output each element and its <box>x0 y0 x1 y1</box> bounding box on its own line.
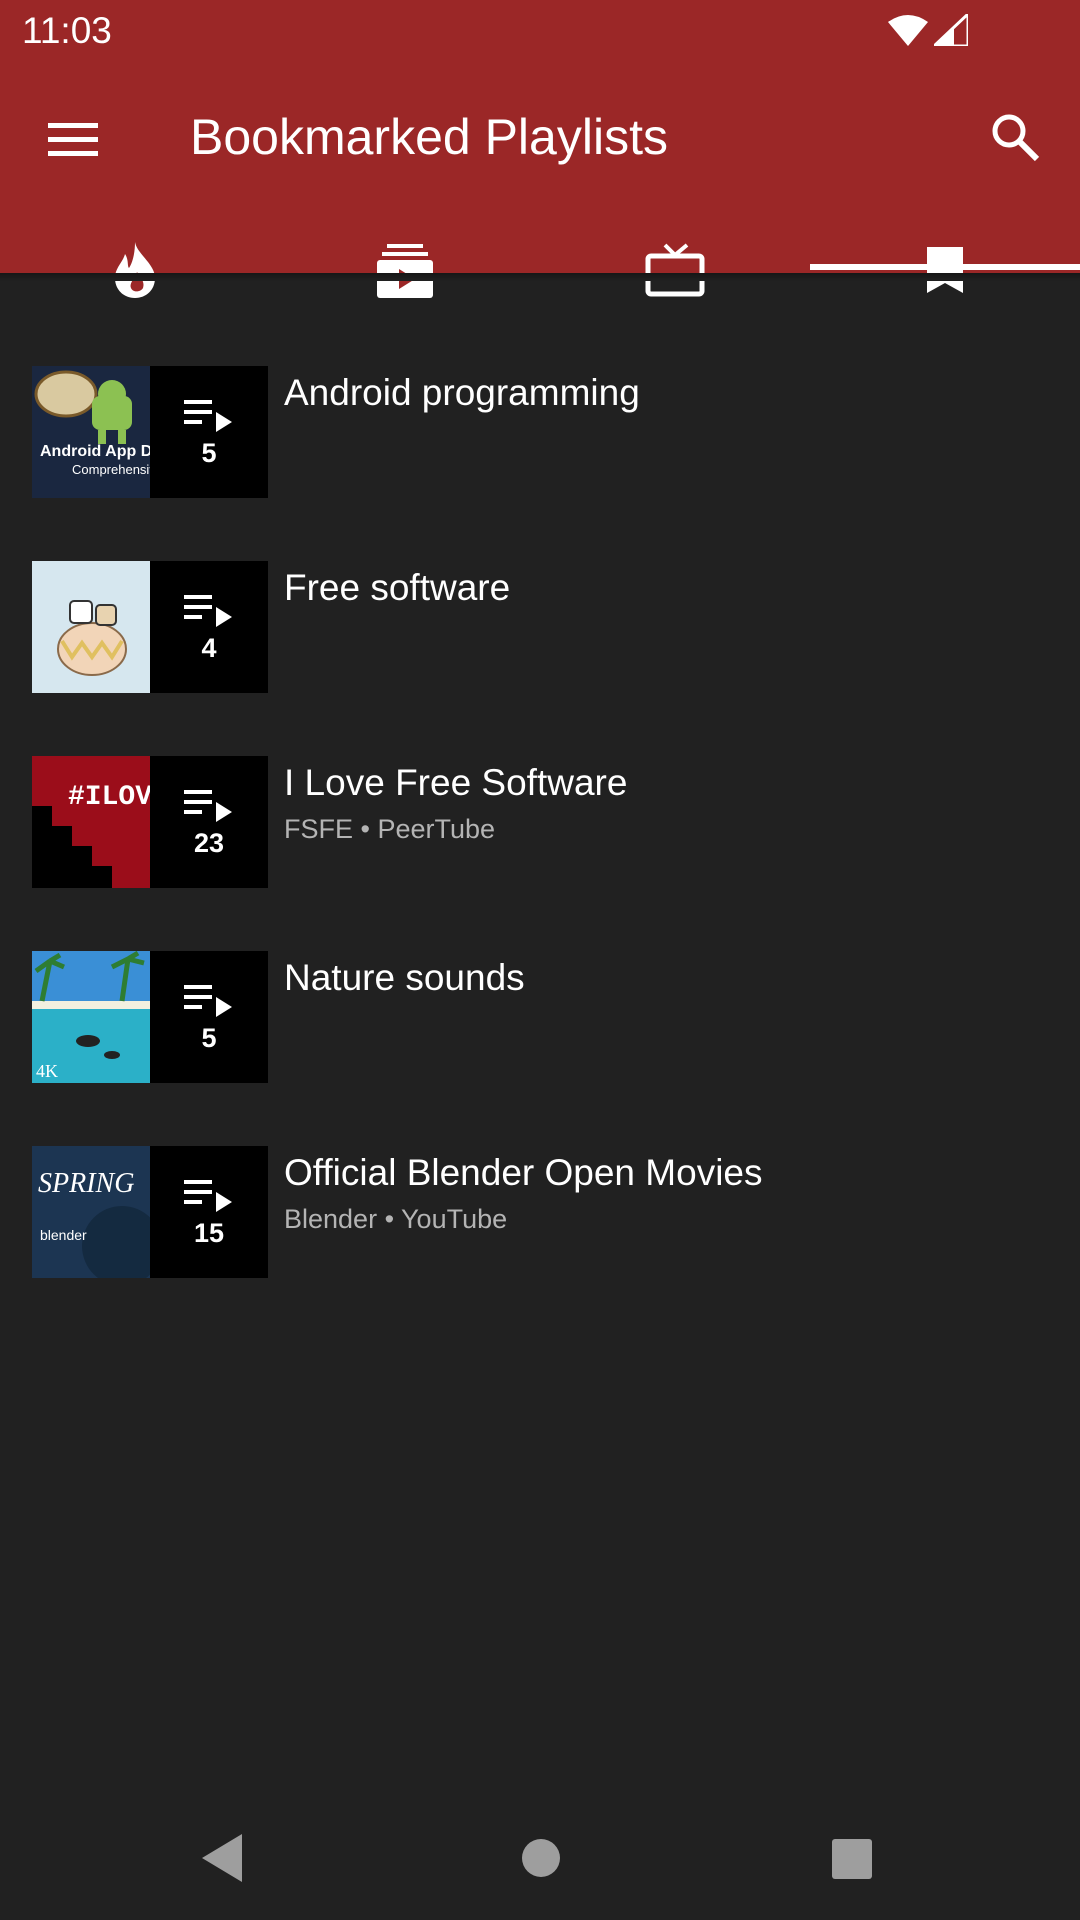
recents-icon <box>832 1839 872 1879</box>
thumbnail-text: #ILOVEFS <box>68 782 150 813</box>
back-button[interactable] <box>200 1832 244 1889</box>
tab-subscriptions[interactable] <box>270 211 540 329</box>
playlist-play-icon <box>184 984 232 1017</box>
playlist-thumbnail: 4K 5 <box>32 951 268 1083</box>
playlist-play-icon <box>184 594 232 627</box>
hamburger-menu-icon <box>48 123 98 156</box>
status-bar: 11:03 <box>0 0 1080 63</box>
playlist-overlay: 4 <box>150 561 268 693</box>
playlist-uploader: FSFE • PeerTube <box>284 814 496 844</box>
playlist-title: Nature sounds <box>284 957 525 998</box>
fire-icon <box>115 242 155 298</box>
search-icon <box>992 114 1040 162</box>
tab-bookmarks[interactable] <box>810 211 1080 329</box>
home-icon <box>522 1839 560 1877</box>
tab-bar <box>0 211 1080 329</box>
playlist-overlay: 15 <box>150 1146 268 1278</box>
bookmark-icon <box>927 247 963 293</box>
app-bar-shadow <box>0 273 1080 281</box>
playlist-overlay: 5 <box>150 366 268 498</box>
video-count: 15 <box>193 1217 225 1248</box>
list-item[interactable]: Android App Development Comprehensive Co… <box>0 366 1080 498</box>
thumbnail-image: #ILOVEFS <box>32 756 150 888</box>
list-item[interactable]: 4K 5 Nature sounds <box>0 951 1080 1083</box>
recents-button[interactable] <box>831 1838 873 1885</box>
app-bar: Bookmarked Playlists <box>0 63 1080 298</box>
playlist-overlay: 23 <box>150 756 268 888</box>
search-button[interactable] <box>985 107 1045 167</box>
tab-trending[interactable] <box>0 211 270 329</box>
signal-icon <box>930 10 970 51</box>
thumbnail-image: SPRING blender <box>32 1146 150 1278</box>
video-count: 5 <box>201 1022 217 1053</box>
system-nav-bar <box>0 1800 1080 1920</box>
playlist-thumbnail: Android App Development Comprehensive Co… <box>32 366 268 498</box>
page-title: Bookmarked Playlists <box>190 109 668 165</box>
list-item[interactable]: SPRING blender 15 Official Blender Open … <box>0 1146 1080 1278</box>
video-count: 4 <box>201 632 217 663</box>
thumbnail-text: Android App Development <box>40 443 150 460</box>
thumbnail-image <box>32 561 150 693</box>
thumbnail-text: 4K <box>36 1061 58 1081</box>
playlist-uploader: Blender • YouTube <box>284 1204 508 1234</box>
playlist-title: I Love Free Software <box>284 762 628 803</box>
tv-icon <box>645 243 705 297</box>
home-button[interactable] <box>521 1838 561 1883</box>
playlist-title: Official Blender Open Movies <box>284 1152 763 1193</box>
thumbnail-image: Android App Development Comprehensive Co… <box>32 366 150 498</box>
status-time: 11:03 <box>22 10 112 51</box>
playlist-thumbnail: SPRING blender 15 <box>32 1146 268 1278</box>
playlist-title: Android programming <box>284 372 640 413</box>
subscriptions-icon <box>377 244 433 298</box>
playlist-overlay: 5 <box>150 951 268 1083</box>
wifi-icon <box>888 14 928 51</box>
list-item[interactable]: 4 Free software <box>0 561 1080 693</box>
playlist-play-icon <box>184 399 232 432</box>
tab-indicator <box>810 264 1080 270</box>
video-count: 23 <box>193 827 225 858</box>
tab-feed[interactable] <box>540 211 810 329</box>
menu-button[interactable] <box>38 107 110 167</box>
playlist-thumbnail: #ILOVEFS 23 <box>32 756 268 888</box>
video-count: 5 <box>201 437 217 468</box>
playlist-play-icon <box>184 1179 232 1212</box>
thumbnail-text: SPRING <box>38 1168 134 1199</box>
list-item[interactable]: #ILOVEFS 23 I Love Free Software FSFE • … <box>0 756 1080 888</box>
playlist-play-icon <box>184 789 232 822</box>
thumbnail-text: blender <box>40 1227 87 1243</box>
back-icon <box>202 1834 242 1882</box>
playlist-title: Free software <box>284 567 511 608</box>
thumbnail-text: Comprehensive Course <box>72 462 150 477</box>
thumbnail-image: 4K <box>32 951 150 1083</box>
playlist-thumbnail: 4 <box>32 561 268 693</box>
